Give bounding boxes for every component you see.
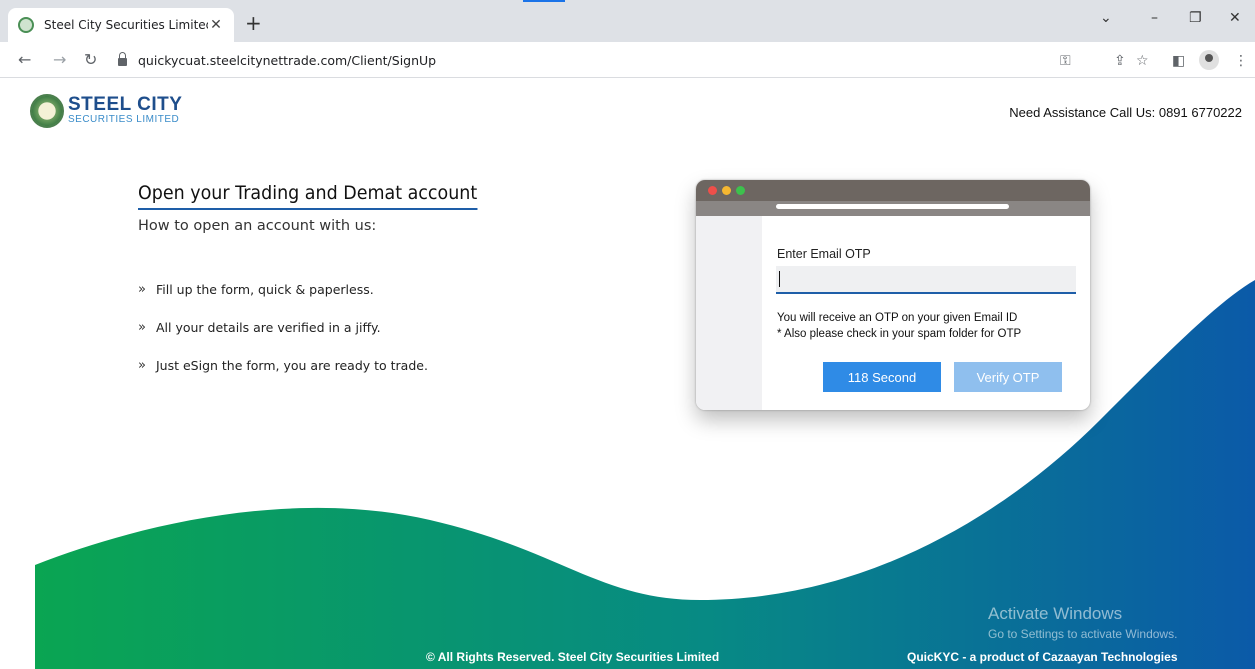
page-subtitle: How to open an account with us: [138, 218, 377, 234]
otp-note-line2: * Also please check in your spam folder … [777, 328, 1022, 340]
card-sidebar [696, 216, 762, 410]
watermark-title: Activate Windows [988, 604, 1123, 623]
card-titlebar [696, 180, 1090, 201]
double-chevron-icon: » [138, 319, 146, 335]
list-item: » All your details are verified in a jiff… [138, 308, 428, 346]
otp-card: Enter Email OTP You will receive an OTP … [696, 180, 1090, 410]
double-chevron-icon: » [138, 357, 146, 373]
logo-title: STEEL CITY [68, 94, 183, 115]
company-logo[interactable]: STEEL CITY SECURITIES LIMITED [30, 94, 182, 128]
steps-list: » Fill up the form, quick & paperless. » A… [138, 270, 428, 384]
logo-seal-icon [30, 94, 64, 128]
green-dot-icon [736, 186, 745, 195]
list-item: » Fill up the form, quick & paperless. [138, 270, 428, 308]
footer-product: QuicKYC - a product of Cazaayan Technolo… [907, 650, 1178, 664]
yellow-dot-icon [722, 186, 731, 195]
verify-otp-button[interactable]: Verify OTP [954, 362, 1062, 392]
email-otp-input[interactable] [776, 266, 1076, 294]
red-dot-icon [708, 186, 717, 195]
text-caret [779, 271, 780, 287]
otp-note-line1: You will receive an OTP on your given Em… [777, 312, 1018, 324]
logo-subtitle: SECURITIES LIMITED [68, 114, 180, 125]
step-text: Fill up the form, quick & paperless. [155, 281, 374, 297]
footer-copyright: © All Rights Reserved. Steel City Securi… [426, 650, 720, 664]
card-address-strip [696, 201, 1090, 216]
otp-label: Enter Email OTP [777, 247, 871, 261]
otp-note: You will receive an OTP on your given Em… [777, 310, 1021, 342]
activate-windows-watermark: Activate Windows Go to Settings to activ… [988, 604, 1177, 641]
watermark-subtitle: Go to Settings to activate Windows. [988, 627, 1178, 641]
assistance-phone: Need Assistance Call Us: 0891 6770222 [1009, 105, 1242, 120]
double-chevron-icon: » [138, 281, 146, 297]
step-text: All your details are verified in a jiffy… [155, 319, 381, 335]
resend-timer-button[interactable]: 118 Second [823, 362, 941, 392]
list-item: » Just eSign the form, you are ready to t… [138, 346, 428, 384]
page-title: Open your Trading and Demat account [138, 182, 478, 210]
step-text: Just eSign the form, you are ready to tr… [155, 357, 428, 373]
